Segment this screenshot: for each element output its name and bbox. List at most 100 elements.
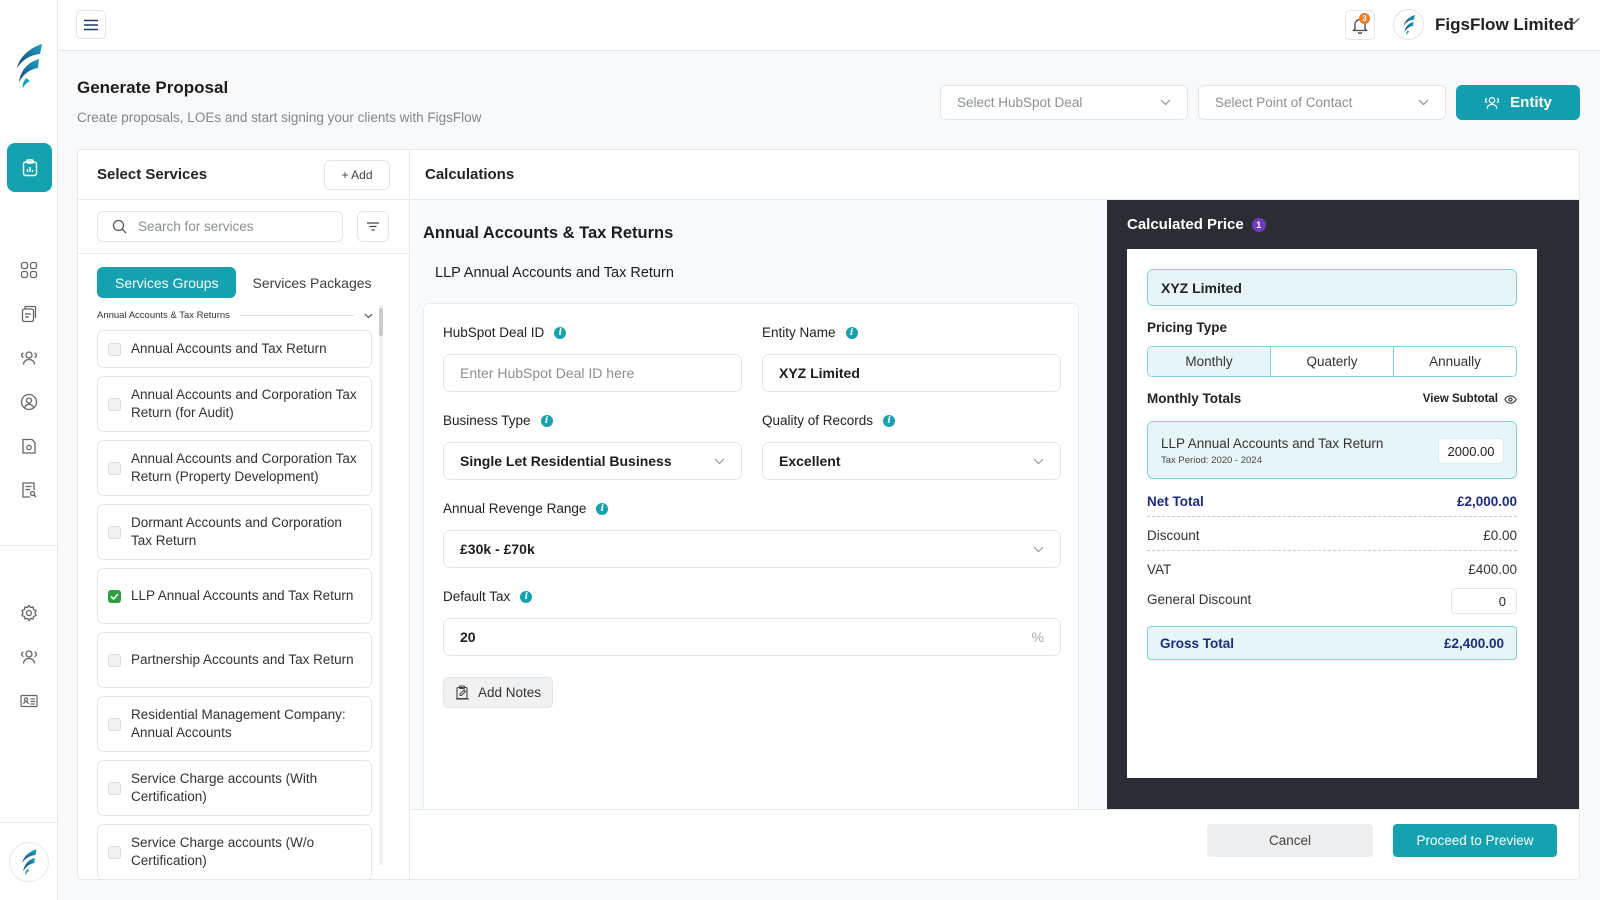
- add-notes-button[interactable]: Add Notes: [443, 677, 553, 708]
- hubspot-deal-select[interactable]: Select HubSpot Deal: [940, 85, 1188, 120]
- line-item-price-input[interactable]: 2000.00: [1438, 438, 1504, 464]
- services-scrollbar-thumb[interactable]: [379, 308, 383, 336]
- price-entity-name: XYZ Limited: [1147, 269, 1517, 306]
- service-checkbox[interactable]: [108, 717, 121, 731]
- default-tax-label: Default Tax i: [443, 589, 533, 604]
- service-checkbox[interactable]: [108, 781, 121, 795]
- tab-services-groups[interactable]: Services Groups: [97, 267, 237, 298]
- sidebar-item-generate-proposal[interactable]: [7, 143, 52, 192]
- search-placeholder: Search for services: [138, 219, 254, 234]
- proposal-workspace: Select Services + Add Search for service…: [77, 149, 1580, 880]
- figsflow-logo[interactable]: [12, 42, 46, 90]
- calculated-price-panel: Calculated Price 1 XYZ Limited Pricing T…: [1107, 200, 1579, 809]
- service-item[interactable]: Dormant Accounts and Corporation Tax Ret…: [97, 504, 372, 560]
- page-subtitle: Create proposals, LOEs and start signing…: [77, 110, 482, 125]
- info-icon[interactable]: i: [520, 590, 533, 603]
- sidebar-item-contacts[interactable]: [18, 690, 40, 712]
- chevron-down-icon[interactable]: [1568, 17, 1580, 25]
- service-item[interactable]: Annual Accounts and Tax Return: [97, 330, 372, 368]
- sidebar-item-documents[interactable]: [18, 303, 40, 325]
- percent-suffix: %: [1031, 629, 1044, 645]
- info-icon[interactable]: i: [554, 326, 567, 339]
- clipboard-chart-icon: [22, 158, 37, 176]
- org-avatar[interactable]: [1393, 9, 1424, 40]
- services-search-input[interactable]: Search for services: [97, 211, 343, 242]
- notifications-button[interactable]: 3: [1345, 10, 1375, 40]
- org-logo-avatar[interactable]: [9, 842, 49, 882]
- sidebar-item-team[interactable]: [18, 646, 40, 668]
- service-checkbox[interactable]: [108, 461, 121, 475]
- sidebar-item-clients[interactable]: [18, 347, 40, 369]
- hubspot-deal-id-input[interactable]: Enter HubSpot Deal ID here: [443, 354, 742, 392]
- service-label: Service Charge accounts (W/o Certificati…: [131, 835, 315, 868]
- service-item[interactable]: Service Charge accounts (W/o Certificati…: [97, 824, 372, 879]
- tab-services-packages[interactable]: Services Packages: [248, 267, 375, 298]
- divider: [1147, 550, 1517, 551]
- info-icon[interactable]: i: [540, 414, 553, 427]
- quality-of-records-select[interactable]: Excellent: [762, 442, 1061, 480]
- eye-icon: [1504, 394, 1517, 404]
- business-type-select[interactable]: Single Let Residential Business: [443, 442, 742, 480]
- document-search-icon: [22, 482, 37, 498]
- pricing-option-quarterly[interactable]: Quaterly: [1271, 347, 1394, 376]
- services-title: Select Services: [97, 166, 208, 183]
- service-checkbox[interactable]: [108, 525, 121, 539]
- hubspot-deal-placeholder: Select HubSpot Deal: [957, 95, 1083, 110]
- service-item[interactable]: Residential Management Company: Annual A…: [97, 696, 372, 752]
- service-checkbox[interactable]: [108, 845, 121, 859]
- calculated-price-header: Calculated Price 1: [1127, 216, 1266, 233]
- service-checkbox[interactable]: [108, 653, 121, 667]
- sidebar: [0, 0, 58, 900]
- entity-name-label: Entity Name i: [762, 325, 858, 340]
- org-name[interactable]: FigsFlow Limited: [1435, 15, 1574, 35]
- view-subtotal-link[interactable]: View Subtotal: [1423, 393, 1517, 405]
- service-checkbox[interactable]: [108, 342, 121, 356]
- service-label: LLP Annual Accounts and Tax Return: [131, 588, 354, 603]
- hamburger-icon: [84, 19, 98, 30]
- vat-row: VAT £400.00: [1147, 562, 1517, 577]
- services-scrollbar[interactable]: [379, 305, 383, 865]
- service-checkbox[interactable]: [108, 397, 121, 411]
- proceed-to-preview-button[interactable]: Proceed to Preview: [1393, 824, 1557, 857]
- entity-name-input[interactable]: XYZ Limited: [762, 354, 1061, 392]
- service-label: Dormant Accounts and Corporation Tax Ret…: [131, 515, 342, 548]
- calculations-header: Calculations: [411, 150, 1579, 200]
- pricing-type-label: Pricing Type: [1147, 320, 1228, 335]
- totals-label: Monthly Totals: [1147, 391, 1242, 406]
- add-service-button[interactable]: + Add: [324, 160, 390, 190]
- pricing-type-toggle: Monthly Quaterly Annually: [1147, 346, 1517, 377]
- hubspot-deal-id-label: HubSpot Deal ID i: [443, 325, 567, 340]
- cancel-button[interactable]: Cancel: [1207, 824, 1373, 857]
- pricing-option-monthly[interactable]: Monthly: [1148, 347, 1271, 376]
- annual-revenue-range-label: Annual Revenge Range i: [443, 501, 609, 516]
- service-label: Annual Accounts and Corporation Tax Retu…: [131, 387, 357, 420]
- service-item[interactable]: Annual Accounts and Corporation Tax Retu…: [97, 376, 372, 432]
- calculations-body: Annual Accounts & Tax Returns LLP Annual…: [411, 200, 1107, 823]
- sidebar-item-document-settings[interactable]: [18, 435, 40, 457]
- service-checkbox-checked[interactable]: [108, 589, 121, 603]
- service-label: Residential Management Company: Annual A…: [131, 707, 346, 740]
- info-icon[interactable]: i: [845, 326, 858, 339]
- service-item[interactable]: Partnership Accounts and Tax Return: [97, 632, 372, 688]
- entity-button[interactable]: Entity: [1456, 85, 1580, 120]
- filter-icon: [367, 222, 379, 231]
- sidebar-item-document-search[interactable]: [18, 479, 40, 501]
- point-of-contact-select[interactable]: Select Point of Contact: [1198, 85, 1446, 120]
- menu-toggle-button[interactable]: [76, 10, 106, 39]
- document-settings-icon: [22, 438, 36, 454]
- default-tax-input[interactable]: 20%: [443, 618, 1061, 656]
- info-icon[interactable]: i: [596, 502, 609, 515]
- pricing-option-annually[interactable]: Annually: [1394, 347, 1516, 376]
- service-item-selected[interactable]: LLP Annual Accounts and Tax Return: [97, 568, 372, 624]
- service-group-name: Annual Accounts & Tax Returns: [97, 310, 230, 321]
- service-item[interactable]: Annual Accounts and Corporation Tax Retu…: [97, 440, 372, 496]
- filter-button[interactable]: [357, 211, 389, 242]
- service-item[interactable]: Service Charge accounts (With Certificat…: [97, 760, 372, 816]
- general-discount-input[interactable]: 0: [1451, 588, 1517, 614]
- sidebar-item-profile[interactable]: [18, 391, 40, 413]
- annual-revenue-range-select[interactable]: £30k - £70k: [443, 530, 1061, 568]
- sidebar-item-settings[interactable]: [18, 602, 40, 624]
- service-group-header[interactable]: Annual Accounts & Tax Returns: [97, 310, 373, 321]
- sidebar-item-dashboard[interactable]: [18, 259, 40, 281]
- info-icon[interactable]: i: [883, 414, 896, 427]
